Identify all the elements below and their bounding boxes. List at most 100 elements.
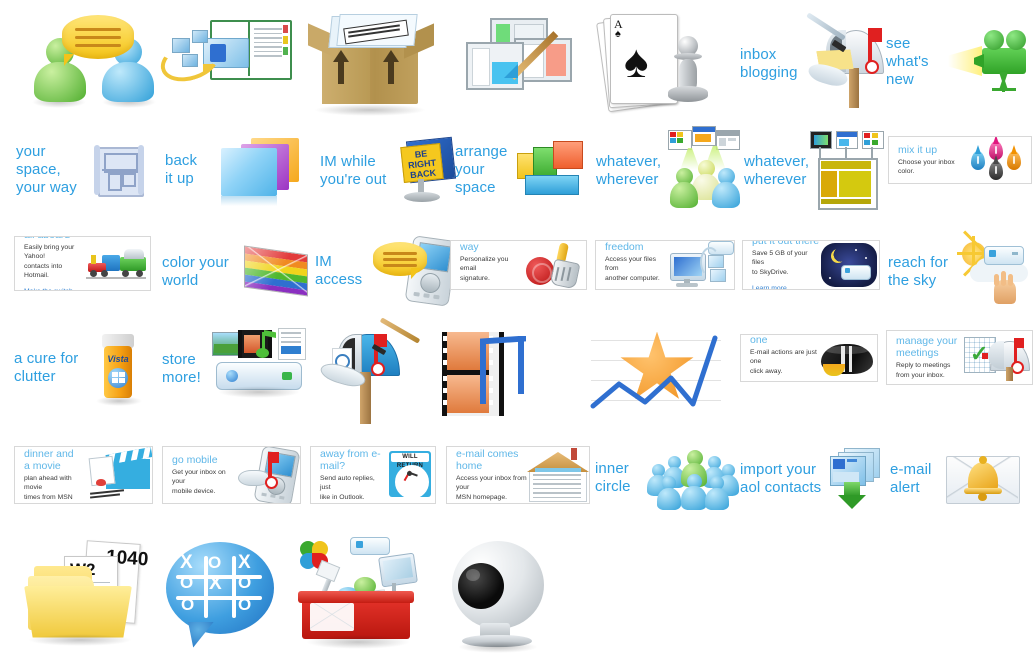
red-toolbox-icon bbox=[296, 533, 436, 653]
promo-card-away-from-email[interactable]: away from e-mail? Send auto replies, jus… bbox=[310, 446, 436, 504]
icon-tile-reach-for-the-sky[interactable]: reach for the sky bbox=[888, 230, 1035, 308]
icon-tile-store-more[interactable]: store more! bbox=[162, 326, 312, 412]
monitor-files-sync-icon bbox=[670, 241, 734, 289]
tile-label: arrange your space bbox=[455, 142, 508, 197]
promo-body: Easily bring your Yahoo! contacts into H… bbox=[24, 244, 75, 279]
icon-tile-color-your-world[interactable]: color your world bbox=[162, 240, 310, 304]
promo-card-manage-meetings[interactable]: manage your meetings Reply to meetings f… bbox=[886, 330, 1033, 385]
promo-body: Get your inbox on your mobile device. bbox=[172, 469, 226, 495]
promo-body: E-mail actions are just one click away. bbox=[750, 349, 817, 375]
icon-tile-back-it-up[interactable]: back it up bbox=[165, 130, 305, 210]
icon-tile-inner-circle[interactable]: inner circle bbox=[595, 448, 743, 510]
promo-link[interactable]: Make the switch. bbox=[24, 288, 75, 290]
icon-tile-import-aol-contacts[interactable]: import your aol contacts bbox=[740, 448, 892, 510]
movie-clapperboard-icon bbox=[88, 447, 152, 501]
ink-drops-icon bbox=[969, 137, 1031, 183]
chart-line-icon bbox=[590, 335, 718, 408]
tile-label: reach for the sky bbox=[888, 253, 949, 289]
tile-label: back it up bbox=[165, 151, 198, 187]
promo-body: plan ahead with movie times from MSN bbox=[24, 475, 73, 501]
icon-tile-arrange-space[interactable]: arrange your space bbox=[455, 128, 603, 212]
promo-link[interactable]: Learn more. bbox=[752, 285, 789, 289]
tic-tac-toe-bubble-icon: X O X O X O O O bbox=[160, 538, 290, 653]
mailbox-pen-post-icon bbox=[318, 317, 438, 430]
icon-tile-cards-pawn[interactable]: A ♠ ♠ bbox=[588, 8, 718, 113]
icon-tile-see-whats-new[interactable]: see what's new bbox=[886, 22, 1034, 102]
icon-tile-inbox-blogging[interactable]: inbox blogging bbox=[740, 12, 895, 110]
icon-sprite-sheet: A ♠ ♠ inbox blogging see what's new your… bbox=[0, 0, 1035, 664]
promo-heading: put it out there bbox=[752, 240, 820, 248]
promo-card-5gb-freedom[interactable]: 5 GB of freedom Access your files from a… bbox=[595, 240, 735, 290]
colored-blocks-icon bbox=[517, 137, 589, 203]
tile-label: import your aol contacts bbox=[740, 460, 822, 496]
promo-card-all-aboard[interactable]: all aboard Easily bring your Yahoo! cont… bbox=[14, 236, 151, 291]
vista-pill-bottle-icon: Vista bbox=[92, 332, 146, 406]
rainbow-envelope-icon bbox=[238, 244, 310, 300]
promo-body: Send auto replies, just like in Outlook. bbox=[320, 475, 375, 501]
layout-panels-icon bbox=[810, 131, 886, 211]
filmstrip-music-note-icon bbox=[440, 328, 575, 428]
will-return-clock-icon: WILL RETURN bbox=[387, 449, 435, 501]
house-inbox-icon bbox=[527, 448, 589, 502]
wax-seal-stamp-icon bbox=[524, 241, 586, 289]
tile-label: whatever, wherever bbox=[744, 152, 810, 188]
external-drive-media-icon bbox=[210, 328, 308, 410]
toy-train-icon bbox=[84, 239, 150, 289]
icon-tile-webcam[interactable] bbox=[438, 535, 578, 653]
icon-tile-im-while-out[interactable]: IM while you're out BE RIGHT BACK bbox=[320, 132, 465, 210]
icon-tile-email-alert[interactable]: e-mail alert bbox=[890, 448, 1035, 510]
promo-card-dinner-and-a-movie[interactable]: dinner and a movie plan ahead with movie… bbox=[14, 446, 153, 504]
icon-tile-film-music[interactable] bbox=[440, 325, 585, 430]
icon-tile-tic-tac-toe[interactable]: X O X O X O O O bbox=[160, 535, 300, 655]
blueprint-house-icon bbox=[94, 143, 146, 197]
promo-body: Save 5 GB of your files to SkyDrive. bbox=[752, 250, 808, 276]
icon-tile-contacts-book[interactable] bbox=[148, 12, 298, 112]
star-chart-line-icon bbox=[585, 328, 730, 423]
hand-cloud-harddrive-icon bbox=[957, 230, 1034, 306]
icon-tile-paint-windows[interactable] bbox=[448, 8, 583, 113]
people-sharing-screens-icon bbox=[662, 126, 744, 212]
promo-card-put-it-out-there[interactable]: put it out there Save 5 GB of your files… bbox=[742, 240, 880, 290]
green-movie-camera-icon bbox=[948, 28, 1034, 96]
tile-label: your space, your way bbox=[16, 142, 77, 197]
envelope-bell-icon bbox=[944, 450, 1022, 508]
promo-card-power-of-one[interactable]: the power of one E-mail actions are just… bbox=[740, 334, 878, 382]
night-sky-harddrive-icon bbox=[821, 241, 879, 289]
icon-tile-moving-box[interactable] bbox=[300, 8, 440, 116]
icon-tile-mailbox-post[interactable] bbox=[318, 317, 448, 430]
promo-card-mix-it-up[interactable]: mix it up Choose your inbox color. bbox=[888, 136, 1032, 184]
webcam-icon bbox=[438, 537, 568, 653]
icon-tile-whatever-wherever-people[interactable]: whatever, wherever bbox=[596, 126, 746, 214]
icon-tile-im-access[interactable]: IM access bbox=[315, 235, 463, 307]
be-right-back-sign-icon: BE RIGHT BACK bbox=[392, 135, 458, 207]
icon-tile-cure-for-clutter[interactable]: a cure for clutter Vista bbox=[14, 330, 162, 406]
icon-tile-star-chart[interactable] bbox=[585, 325, 735, 425]
promo-heading: go mobile bbox=[172, 454, 218, 467]
icon-tile-whatever-wherever-layout[interactable]: whatever, wherever bbox=[744, 128, 892, 214]
promo-card-say-it-your-way[interactable]: say it your way Personalize you email si… bbox=[450, 240, 587, 290]
promo-heading: say it your way bbox=[460, 241, 508, 254]
promo-heading: mix it up bbox=[898, 143, 938, 156]
icon-tile-toolbox[interactable] bbox=[296, 530, 446, 655]
promo-card-email-comes-home[interactable]: e-mail comes home Access your inbox from… bbox=[446, 446, 590, 504]
calendar-mailbox-check-icon: ✓ bbox=[964, 333, 1032, 383]
promo-heading: the power of one bbox=[750, 334, 768, 347]
promo-heading: all aboard bbox=[24, 237, 84, 241]
tile-label: whatever, wherever bbox=[596, 152, 662, 188]
icon-tile-tax-folder[interactable]: 1040 W2 bbox=[18, 535, 168, 655]
icon-tile-two-people-chat[interactable] bbox=[18, 10, 168, 115]
promo-body: Choose your inbox color. bbox=[898, 158, 955, 176]
promo-heading: away from e-mail? bbox=[320, 448, 381, 473]
tile-label: e-mail alert bbox=[890, 460, 932, 496]
tax-documents-folder-icon: 1040 W2 bbox=[18, 538, 158, 653]
group-of-people-icon bbox=[647, 450, 739, 510]
promo-body: Access your files from another computer. bbox=[605, 256, 660, 282]
promo-heading: e-mail comes home bbox=[456, 448, 519, 473]
mailbox-pen-icon bbox=[802, 12, 894, 110]
two-people-chat-bubble-icon bbox=[18, 10, 168, 115]
icon-tile-your-space[interactable]: your space, your way bbox=[16, 135, 156, 205]
tile-label: a cure for clutter bbox=[14, 349, 79, 385]
promo-card-go-mobile[interactable]: go mobile Get your inbox on your mobile … bbox=[162, 446, 301, 504]
promo-heading: dinner and a movie bbox=[24, 448, 74, 473]
mobile-phone-chat-icon bbox=[367, 235, 461, 307]
